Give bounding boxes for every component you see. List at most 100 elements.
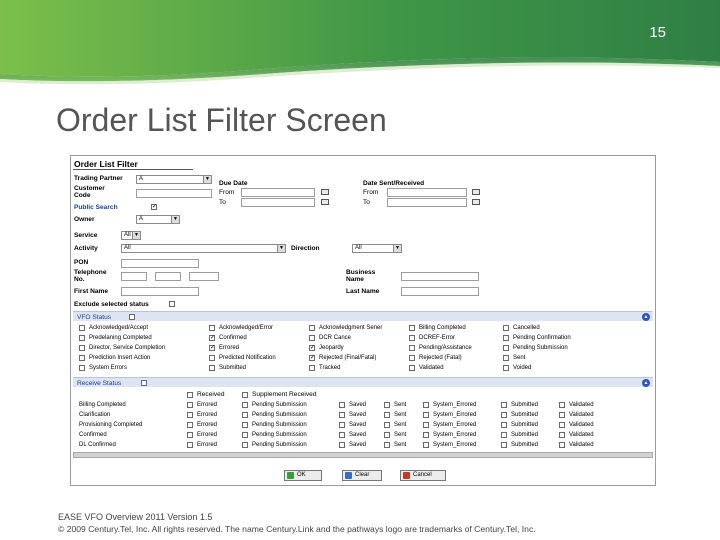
receive-status-checkbox[interactable] — [242, 442, 248, 448]
vfo-status-checkbox[interactable]: ✓ — [309, 345, 315, 351]
vfo-status-checkbox[interactable] — [309, 335, 315, 341]
vfo-status-checkbox[interactable]: ✓ — [309, 355, 315, 361]
last-name-input[interactable] — [401, 287, 479, 296]
business-name-input[interactable] — [401, 272, 479, 281]
receive-status-section-bar[interactable]: Receive Status ▲ — [73, 377, 653, 387]
first-name-input[interactable] — [121, 287, 199, 296]
vfo-status-checkbox[interactable] — [409, 335, 415, 341]
public-search-checkbox[interactable]: ✓ — [151, 204, 157, 210]
receive-status-checkbox[interactable] — [339, 442, 345, 448]
receive-status-checkbox[interactable] — [339, 402, 345, 408]
date-sent-from-input[interactable] — [387, 188, 467, 197]
clear-button[interactable]: Clear — [342, 470, 382, 481]
receive-status-checkbox[interactable] — [559, 422, 565, 428]
supplement-received-checkbox[interactable] — [242, 392, 248, 398]
vfo-status-checkbox[interactable] — [503, 365, 509, 371]
horizontal-scrollbar[interactable] — [73, 452, 653, 458]
vfo-status-checkbox[interactable]: ✓ — [209, 335, 215, 341]
vfo-status-checkbox[interactable] — [79, 325, 85, 331]
receive-status-checkbox[interactable] — [423, 432, 429, 438]
date-sent-to-label: To — [363, 199, 370, 206]
activity-select[interactable]: All ▼ — [121, 244, 286, 253]
vfo-status-checkbox[interactable] — [309, 365, 315, 371]
receive-status-checkbox[interactable] — [501, 432, 507, 438]
receive-status-checkbox[interactable] — [501, 412, 507, 418]
receive-status-checkbox[interactable] — [559, 442, 565, 448]
receive-status-checkbox[interactable] — [423, 402, 429, 408]
customer-code-input[interactable] — [136, 189, 212, 198]
cancel-button[interactable]: Cancel — [400, 470, 446, 481]
receive-status-checkbox[interactable] — [559, 402, 565, 408]
vfo-status-option-label: Predelaning Completed — [89, 335, 152, 341]
receive-status-checkbox[interactable] — [501, 442, 507, 448]
vfo-status-checkbox[interactable] — [209, 365, 215, 371]
owner-select[interactable]: A ▼ — [136, 215, 180, 224]
calendar-icon[interactable] — [321, 189, 329, 195]
vfo-status-checkbox[interactable]: ✓ — [209, 345, 215, 351]
receive-status-checkbox[interactable] — [242, 422, 248, 428]
vfo-status-checkbox[interactable] — [409, 325, 415, 331]
receive-status-checkbox[interactable] — [339, 422, 345, 428]
vfo-status-checkbox[interactable] — [79, 335, 85, 341]
service-select[interactable]: All ▼ — [121, 231, 141, 240]
due-date-from-input[interactable] — [241, 188, 315, 197]
receive-status-checkbox[interactable] — [559, 432, 565, 438]
receive-status-checkbox[interactable] — [242, 432, 248, 438]
vfo-status-checkbox[interactable] — [79, 355, 85, 361]
receive-status-checkbox[interactable] — [141, 380, 147, 386]
pon-input[interactable] — [121, 259, 199, 268]
receive-status-checkbox[interactable] — [187, 402, 193, 408]
receive-status-checkbox[interactable] — [187, 442, 193, 448]
receive-status-checkbox[interactable] — [339, 412, 345, 418]
telephone-line-input[interactable] — [189, 272, 219, 281]
vfo-status-checkbox[interactable] — [79, 345, 85, 351]
receive-status-checkbox[interactable] — [242, 412, 248, 418]
receive-status-checkbox[interactable] — [384, 422, 390, 428]
receive-status-checkbox[interactable] — [339, 432, 345, 438]
receive-status-option-label: Saved — [349, 412, 367, 418]
receive-status-checkbox[interactable] — [187, 432, 193, 438]
vfo-status-option-label: Cancelled — [513, 325, 540, 331]
due-date-to-input[interactable] — [241, 198, 315, 207]
receive-status-checkbox[interactable] — [423, 442, 429, 448]
vfo-status-checkbox[interactable] — [409, 365, 415, 371]
vfo-status-checkbox[interactable] — [409, 345, 415, 351]
vfo-status-checkbox[interactable] — [129, 314, 135, 320]
receive-status-checkbox[interactable] — [384, 412, 390, 418]
ok-button[interactable]: OK — [284, 470, 322, 481]
collapse-icon[interactable]: ▲ — [642, 313, 650, 321]
vfo-status-checkbox[interactable] — [503, 325, 509, 331]
receive-status-checkbox[interactable] — [384, 442, 390, 448]
receive-status-checkbox[interactable] — [384, 432, 390, 438]
clear-button-label: Clear — [355, 472, 370, 478]
vfo-status-checkbox[interactable] — [309, 325, 315, 331]
receive-status-checkbox[interactable] — [423, 422, 429, 428]
receive-status-checkbox[interactable] — [501, 402, 507, 408]
vfo-status-checkbox[interactable] — [79, 365, 85, 371]
telephone-area-input[interactable] — [121, 272, 147, 281]
receive-status-checkbox[interactable] — [384, 402, 390, 408]
vfo-status-checkbox[interactable] — [209, 355, 215, 361]
receive-status-checkbox[interactable] — [423, 412, 429, 418]
date-sent-to-input[interactable] — [387, 198, 467, 207]
vfo-status-checkbox[interactable] — [503, 355, 509, 361]
calendar-icon[interactable] — [472, 199, 480, 205]
collapse-icon[interactable]: ▲ — [642, 379, 650, 387]
receive-status-checkbox[interactable] — [187, 412, 193, 418]
vfo-status-section-bar[interactable]: VFO Status ▲ — [73, 311, 653, 321]
receive-status-checkbox[interactable] — [187, 422, 193, 428]
receive-status-checkbox[interactable] — [501, 422, 507, 428]
vfo-status-checkbox[interactable] — [209, 325, 215, 331]
vfo-status-checkbox[interactable] — [503, 335, 509, 341]
trading-partner-select[interactable]: A ▼ — [136, 175, 212, 184]
calendar-icon[interactable] — [321, 199, 329, 205]
direction-select[interactable]: All ▼ — [352, 244, 402, 253]
telephone-prefix-input[interactable] — [155, 272, 181, 281]
calendar-icon[interactable] — [472, 189, 480, 195]
receive-status-checkbox[interactable] — [559, 412, 565, 418]
vfo-status-checkbox[interactable] — [409, 355, 415, 361]
vfo-status-checkbox[interactable] — [503, 345, 509, 351]
exclude-status-checkbox[interactable] — [169, 301, 175, 307]
received-checkbox[interactable] — [187, 392, 193, 398]
receive-status-checkbox[interactable] — [242, 402, 248, 408]
